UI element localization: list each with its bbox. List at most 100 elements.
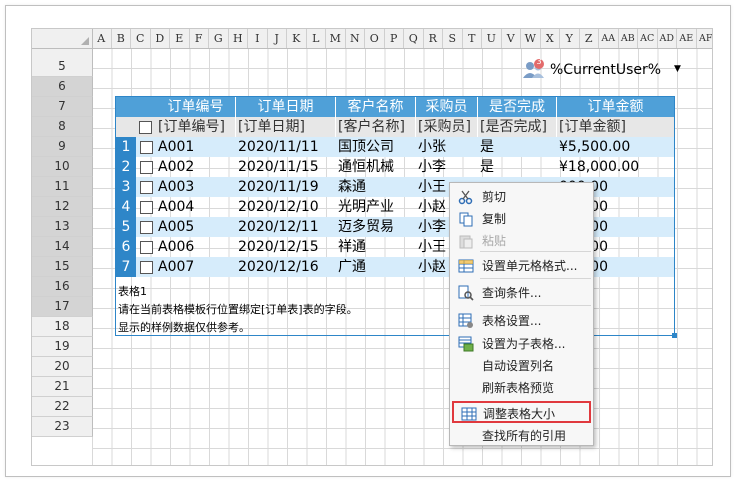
row-checkbox[interactable] [140, 261, 153, 274]
table-cell-done[interactable]: 是 [480, 137, 555, 157]
row-checkbox[interactable] [140, 181, 153, 194]
column-header-f[interactable]: F [190, 29, 209, 48]
row-checkbox[interactable] [140, 221, 153, 234]
column-header-x[interactable]: X [541, 29, 560, 48]
column-header-e[interactable]: E [170, 29, 190, 48]
template-checkbox[interactable] [139, 121, 152, 134]
column-header-z[interactable]: Z [580, 29, 599, 48]
table-template-cell[interactable]: [是否完成] [478, 117, 557, 137]
table-template-cell[interactable]: [客户名称] [336, 117, 416, 137]
row-header-15[interactable]: 15 [32, 257, 93, 277]
row-header-7[interactable]: 7 [32, 97, 93, 117]
menu-item-table-settings[interactable]: 表格设置... [451, 310, 592, 332]
table-cell-id[interactable]: A002 [158, 157, 234, 177]
row-header-8[interactable]: 8 [32, 117, 93, 137]
table-header-cell[interactable]: 采购员 [416, 97, 478, 117]
table-row[interactable]: 1 A001 2020/11/11 国顶公司 小张是 ¥5,500.00 [116, 137, 675, 157]
table-template-cell[interactable]: [订单金额] [557, 117, 675, 137]
table-cell-id[interactable]: A005 [158, 217, 234, 237]
column-header-n[interactable]: N [346, 29, 365, 48]
row-header-22[interactable]: 22 [32, 397, 93, 417]
row-header-14[interactable]: 14 [32, 237, 93, 257]
spreadsheet[interactable]: ABCDEFGHIJKLMNOPQRSTUVWXYZAAABACADAEAF 4… [31, 28, 713, 466]
column-header-r[interactable]: R [424, 29, 443, 48]
table-cell-id[interactable]: A007 [158, 257, 234, 277]
table-header-cell[interactable]: 订单日期 [236, 97, 336, 117]
table-cell-amount[interactable]: ¥18,000.00 [559, 157, 673, 177]
column-header-g[interactable]: G [209, 29, 229, 48]
row-header-9[interactable]: 9 [32, 137, 93, 157]
column-header-j[interactable]: J [268, 29, 287, 48]
row-checkbox[interactable] [140, 161, 153, 174]
column-header-m[interactable]: M [326, 29, 346, 48]
table-cell-buyer[interactable]: 小李 [418, 157, 476, 177]
row-header-11[interactable]: 11 [32, 177, 93, 197]
column-header-l[interactable]: L [307, 29, 326, 48]
menu-item-item7[interactable]: 自动设置列名 [451, 355, 592, 377]
row-header-10[interactable]: 10 [32, 157, 93, 177]
menu-item-subtable[interactable]: 设置为子表格... [451, 333, 592, 355]
table-cell-done[interactable]: 是 [480, 157, 555, 177]
table-header-cell[interactable]: 订单编号 [156, 97, 236, 117]
table-cell-id[interactable]: A001 [158, 137, 234, 157]
table-cell-date[interactable]: 2020/11/19 [238, 177, 334, 197]
menu-item-item10[interactable]: 查找所有的引用 [451, 425, 592, 447]
table-cell-id[interactable]: A006 [158, 237, 234, 257]
table-cell-amount[interactable]: ¥5,500.00 [559, 137, 673, 157]
column-header-aa[interactable]: AA [599, 29, 619, 48]
column-header-ab[interactable]: AB [619, 29, 638, 48]
table-cell-customer[interactable]: 祥通 [338, 237, 414, 257]
column-header-p[interactable]: P [385, 29, 404, 48]
column-header-a[interactable]: A [92, 29, 112, 48]
table-cell-id[interactable]: A003 [158, 177, 234, 197]
menu-item-query[interactable]: 查询条件... [451, 282, 592, 304]
table-cell-buyer[interactable]: 小张 [418, 137, 476, 157]
column-header-v[interactable]: V [502, 29, 521, 48]
row-header-17[interactable]: 17 [32, 297, 93, 317]
column-header-d[interactable]: D [151, 29, 170, 48]
chevron-down-icon[interactable]: ▼ [674, 64, 681, 74]
table-cell-customer[interactable]: 国顶公司 [338, 137, 414, 157]
table-header-cell[interactable]: 订单金额 [557, 97, 675, 117]
row-header-19[interactable]: 19 [32, 337, 93, 357]
table-cell-customer[interactable]: 迈多贸易 [338, 217, 414, 237]
column-header-s[interactable]: S [443, 29, 463, 48]
column-header-ae[interactable]: AE [677, 29, 697, 48]
row-header-23[interactable]: 23 [32, 417, 93, 437]
table-template-cell[interactable]: [订单编号] [156, 117, 236, 137]
row-header-12[interactable]: 12 [32, 197, 93, 217]
row-checkbox[interactable] [140, 241, 153, 254]
column-header-k[interactable]: K [287, 29, 307, 48]
row-header-16[interactable]: 16 [32, 277, 93, 297]
row-header-13[interactable]: 13 [32, 217, 93, 237]
table-template-cell[interactable]: [订单日期] [236, 117, 336, 137]
table-cell-customer[interactable]: 广通 [338, 257, 414, 277]
column-header-w[interactable]: W [521, 29, 541, 48]
table-header-cell[interactable]: 是否完成 [478, 97, 557, 117]
row-checkbox[interactable] [140, 141, 153, 154]
table-cell-date[interactable]: 2020/12/16 [238, 257, 334, 277]
table-cell-date[interactable]: 2020/12/11 [238, 217, 334, 237]
table-cell-date[interactable]: 2020/11/15 [238, 157, 334, 177]
table-header-cell[interactable]: 客户名称 [336, 97, 416, 117]
column-header-o[interactable]: O [365, 29, 385, 48]
row-checkbox[interactable] [140, 201, 153, 214]
current-user-widget[interactable]: 3 %CurrentUser% ▼ [522, 57, 692, 81]
table-cell-date[interactable]: 2020/11/11 [238, 137, 334, 157]
row-header-5[interactable]: 5 [32, 57, 93, 77]
table-row[interactable]: 2 A002 2020/11/15 通恒机械 小李是 ¥18,000.00 [116, 157, 675, 177]
resize-handle[interactable] [672, 333, 677, 338]
row-header-6[interactable]: 6 [32, 77, 93, 97]
menu-item-scissors[interactable]: 剪切 [451, 186, 592, 208]
menu-item-resize-table[interactable]: 调整表格大小 [452, 401, 591, 423]
column-header-q[interactable]: Q [404, 29, 424, 48]
menu-item-format-cells[interactable]: 设置单元格格式... [451, 255, 592, 277]
column-header-af[interactable]: AF [697, 29, 712, 48]
table-cell-date[interactable]: 2020/12/15 [238, 237, 334, 257]
column-header-ac[interactable]: AC [638, 29, 658, 48]
select-all-corner[interactable] [32, 29, 93, 49]
column-header-t[interactable]: T [463, 29, 482, 48]
column-header-i[interactable]: I [248, 29, 268, 48]
row-header-20[interactable]: 20 [32, 357, 93, 377]
table-cell-customer[interactable]: 光明产业 [338, 197, 414, 217]
